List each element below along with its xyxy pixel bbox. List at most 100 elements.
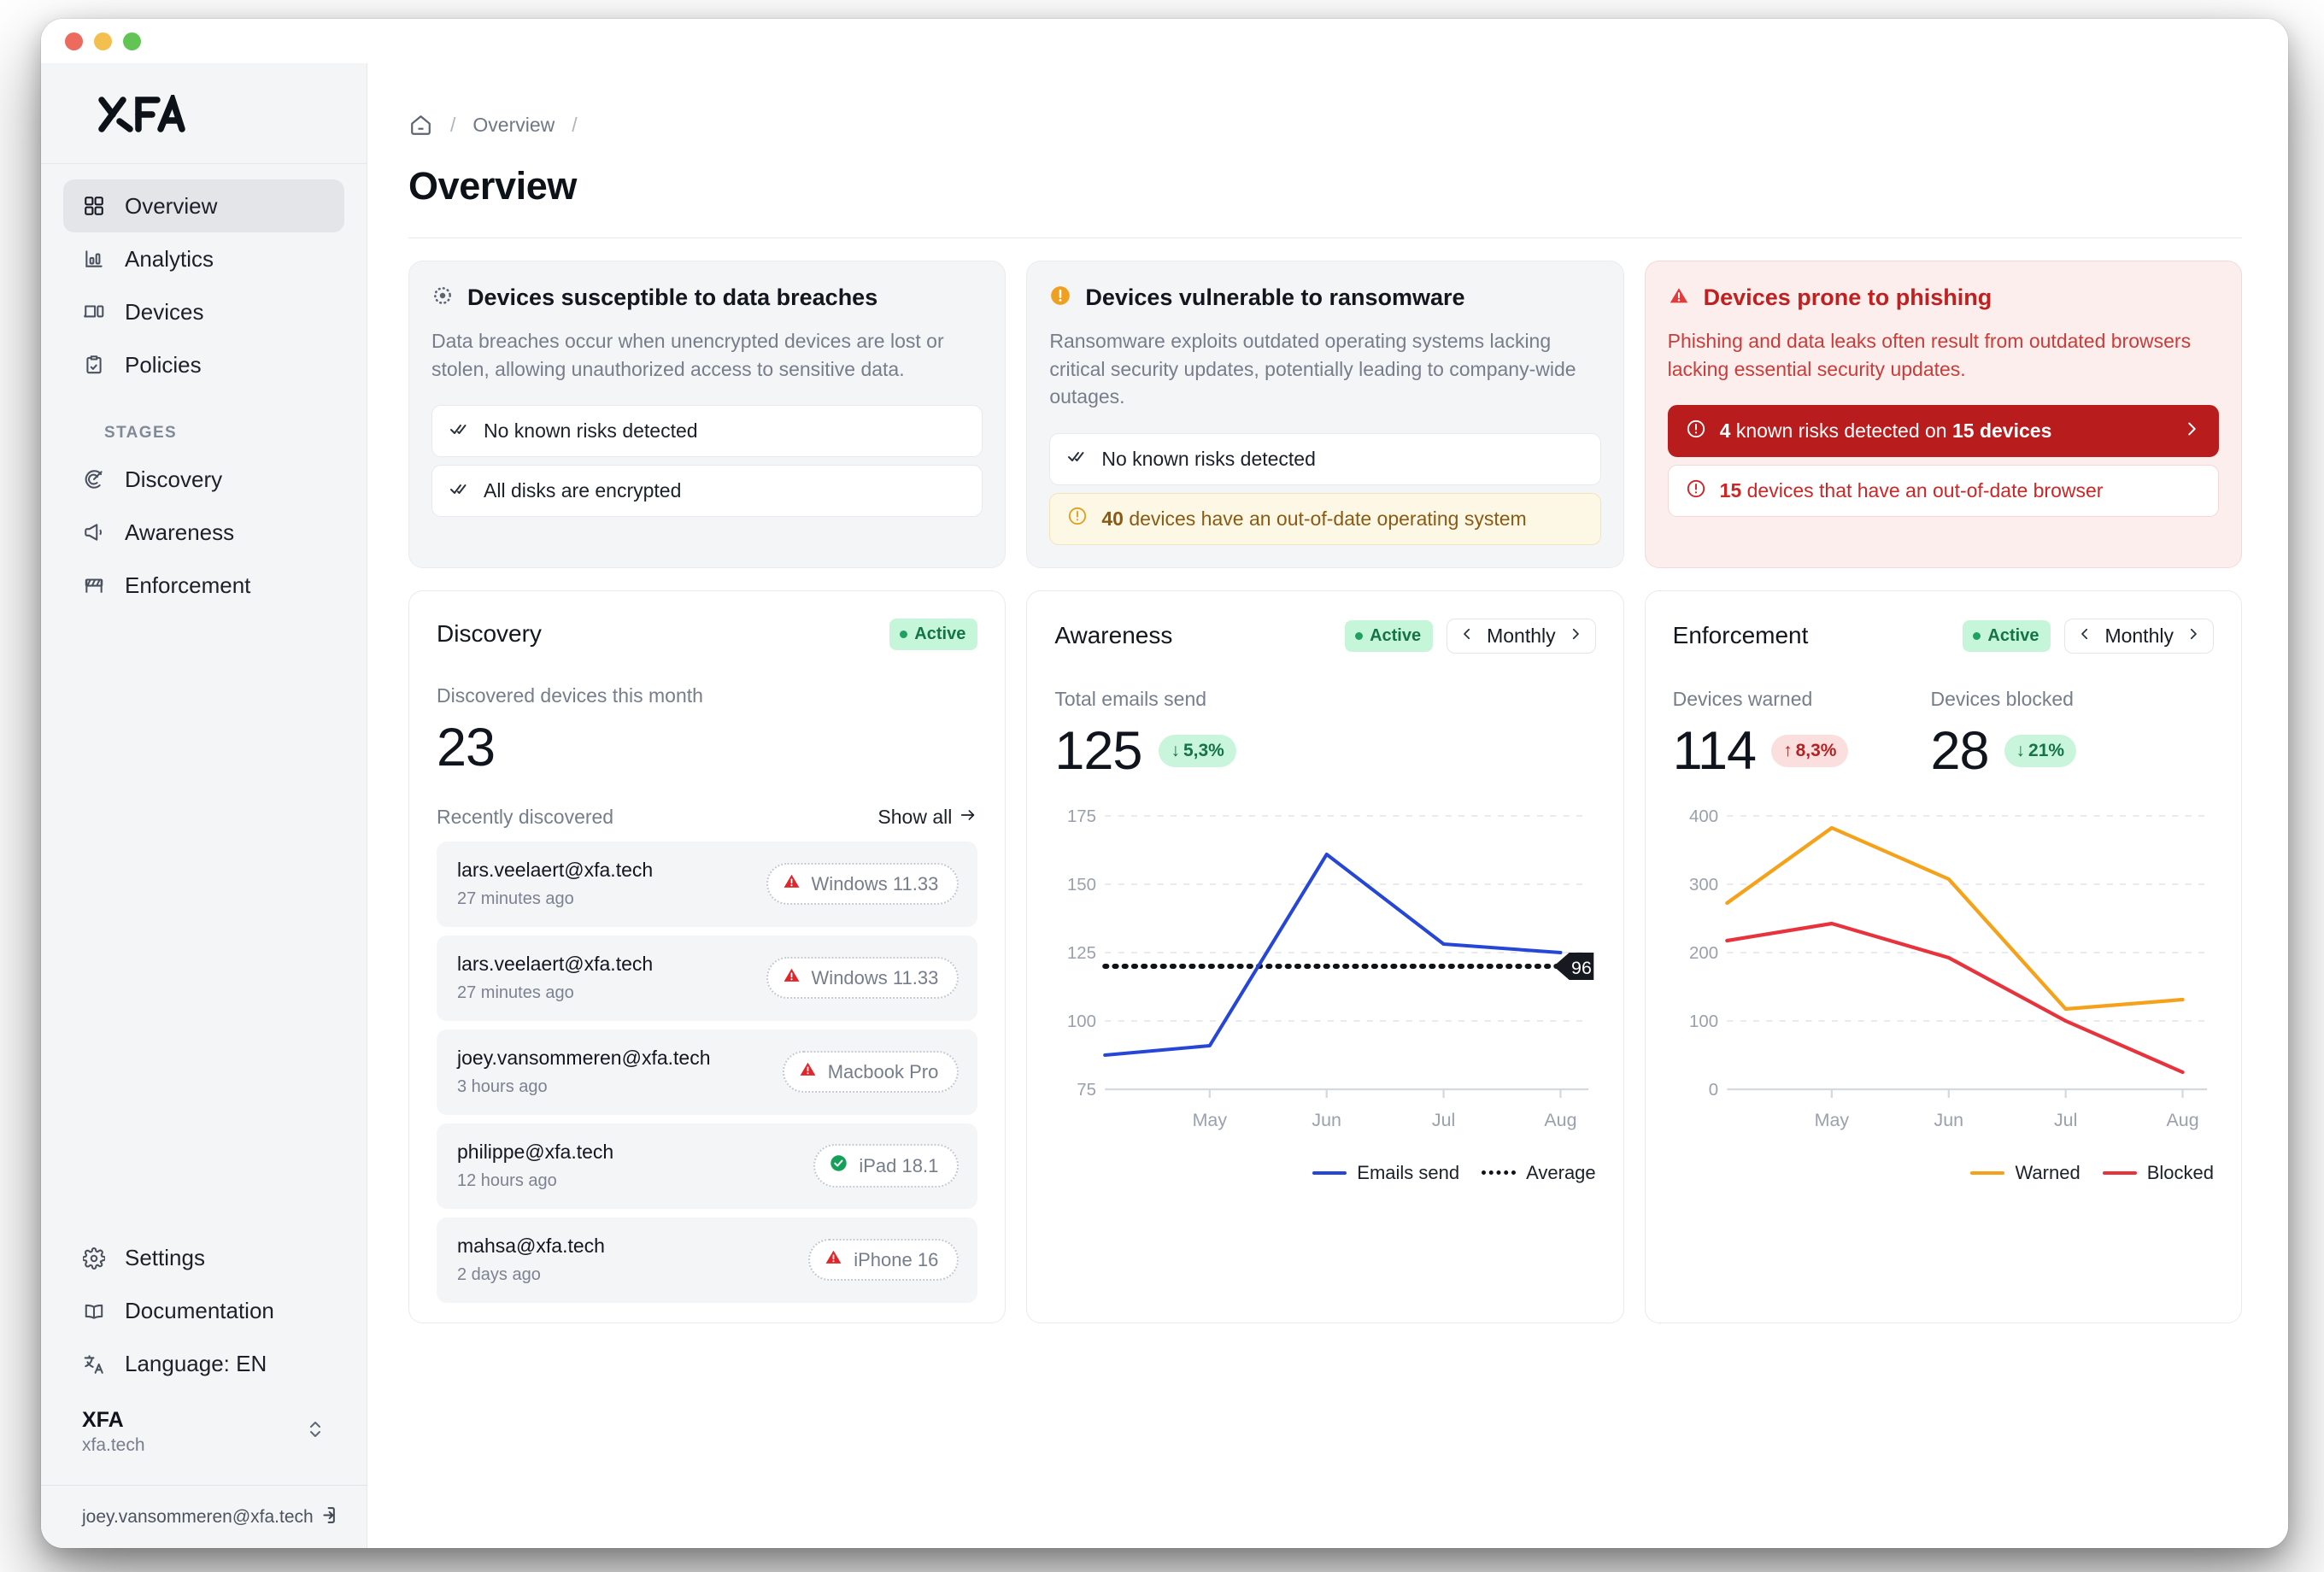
chevron-left-icon[interactable] — [2077, 625, 2092, 647]
status-badge-label: Active — [1987, 625, 2039, 645]
legend-label: Warned — [2015, 1161, 2080, 1183]
app-window: Overview Analytics Devices Policies STAG… — [41, 19, 2288, 1548]
sidebar-item-devices[interactable]: Devices — [63, 285, 344, 338]
risk-status-row[interactable]: No known risks detected — [1049, 432, 1601, 485]
logout-icon[interactable] — [316, 1505, 337, 1530]
risk-card-title: Devices vulnerable to ransomware — [1085, 284, 1465, 310]
enforcement-blocked-label: Devices blocked — [1930, 687, 2074, 710]
device-tag-label: Windows 11.33 — [811, 966, 939, 988]
sidebar-item-enforcement[interactable]: Enforcement — [63, 559, 344, 612]
sidebar-item-label: Discovery — [125, 466, 223, 492]
status-badge: Active — [889, 618, 978, 650]
minimize-button[interactable] — [94, 32, 112, 50]
list-item[interactable]: mahsa@xfa.tech 2 days ago iPhone 16 — [437, 1217, 978, 1303]
device-tag-label: iPhone 16 — [854, 1248, 939, 1270]
xfa-logo-icon — [98, 94, 185, 132]
list-item[interactable]: lars.veelaert@xfa.tech 27 minutes ago Wi… — [437, 935, 978, 1021]
list-item[interactable]: philippe@xfa.tech 12 hours ago iPad 18.1 — [437, 1123, 978, 1209]
risk-warning-text: devices have an out-of-date operating sy… — [1129, 507, 1527, 530]
arrow-up-icon: ↑ — [1783, 741, 1793, 761]
delta-value: 8,3% — [1795, 741, 1837, 761]
legend-swatch — [1312, 1170, 1347, 1175]
check-circle-icon — [829, 1153, 848, 1178]
risk-card-description: Ransomware exploits outdated operating s… — [1049, 330, 1576, 408]
risk-status-row[interactable]: No known risks detected — [431, 405, 983, 458]
brand-logo[interactable] — [41, 63, 367, 164]
device-tag: Macbook Pro — [782, 1051, 960, 1094]
sidebar-item-language[interactable]: Language: EN — [63, 1338, 344, 1391]
svg-text:100: 100 — [1067, 1012, 1096, 1031]
risk-status-row[interactable]: All disks are encrypted — [431, 465, 983, 518]
enforcement-chart: 400 300 200 100 0 May Jun Jul Aug Warned… — [1673, 797, 2214, 1297]
window-titlebar — [41, 19, 2288, 63]
sidebar-item-label: Overview — [125, 192, 218, 219]
org-domain: xfa.tech — [82, 1434, 145, 1455]
sidebar-item-policies[interactable]: Policies — [63, 338, 344, 391]
sidebar-item-overview[interactable]: Overview — [63, 179, 344, 232]
risk-secondary-row[interactable]: 15 devices that have an out-of-date brow… — [1667, 465, 2219, 518]
bar-chart-icon — [82, 247, 106, 271]
svg-text:Jun: Jun — [1312, 1111, 1342, 1130]
risk-secondary-count: 15 — [1719, 479, 1742, 502]
org-switcher[interactable]: XFA xfa.tech — [63, 1391, 344, 1480]
chevron-right-icon[interactable] — [1568, 625, 1583, 647]
chevron-right-icon — [2182, 419, 2201, 443]
device-time: 2 days ago — [457, 1265, 541, 1285]
svg-text:Jul: Jul — [1432, 1111, 1455, 1130]
device-email: mahsa@xfa.tech — [457, 1235, 605, 1258]
radar-icon — [82, 467, 106, 491]
sidebar-item-label: Analytics — [125, 245, 214, 272]
chevron-right-icon[interactable] — [2186, 625, 2201, 647]
chevron-left-icon[interactable] — [1459, 625, 1475, 647]
status-dot-icon — [1973, 631, 1981, 640]
sidebar-item-label: Enforcement — [125, 572, 251, 598]
period-selector[interactable]: Monthly — [2064, 618, 2214, 654]
awareness-delta-badge: ↓ 5,3% — [1159, 735, 1236, 768]
enforcement-legend: Warned Blocked — [1673, 1162, 2214, 1184]
page-title: Overview — [408, 164, 577, 208]
awareness-metric-label: Total emails send — [1054, 687, 1207, 710]
device-time: 3 hours ago — [457, 1077, 548, 1097]
alert-circle-filled-icon — [1049, 284, 1071, 311]
svg-text:175: 175 — [1067, 807, 1096, 826]
warning-triangle-icon — [782, 872, 801, 895]
sidebar: Overview Analytics Devices Policies STAG… — [41, 63, 367, 1548]
legend-item-average: Average — [1482, 1162, 1596, 1184]
risk-status-text: No known risks detected — [1101, 447, 1316, 470]
risk-card-description: Data breaches occur when unencrypted dev… — [431, 330, 944, 380]
svg-text:400: 400 — [1689, 807, 1718, 826]
device-email: philippe@xfa.tech — [457, 1141, 614, 1164]
legend-swatch — [1482, 1170, 1517, 1176]
zoom-button[interactable] — [123, 32, 141, 50]
risk-critical-row[interactable]: 4 known risks detected on 15 devices — [1667, 405, 2219, 458]
sidebar-item-documentation[interactable]: Documentation — [63, 1285, 344, 1338]
status-badge: Active — [1345, 619, 1434, 652]
legend-label: Average — [1526, 1161, 1596, 1183]
home-icon[interactable] — [408, 113, 433, 138]
status-badge: Active — [1963, 619, 2051, 652]
sidebar-item-awareness[interactable]: Awareness — [63, 506, 344, 559]
show-all-link[interactable]: Show all — [877, 806, 977, 830]
warning-triangle-icon — [1668, 285, 1690, 310]
breadcrumb-item-overview[interactable]: Overview — [472, 114, 555, 137]
close-button[interactable] — [65, 32, 83, 50]
chevron-up-down-icon — [305, 1419, 326, 1444]
list-item[interactable]: lars.veelaert@xfa.tech 27 minutes ago Wi… — [437, 841, 978, 927]
svg-text:300: 300 — [1689, 876, 1718, 895]
sidebar-item-analytics[interactable]: Analytics — [63, 232, 344, 285]
period-selector[interactable]: Monthly — [1447, 618, 1596, 654]
list-item[interactable]: joey.vansommeren@xfa.tech 3 hours ago Ma… — [437, 1029, 978, 1115]
device-tag-label: Windows 11.33 — [811, 872, 939, 895]
sidebar-item-settings[interactable]: Settings — [63, 1232, 344, 1285]
discovery-metric-label: Discovered devices this month — [437, 683, 703, 707]
sidebar-item-discovery[interactable]: Discovery — [63, 453, 344, 506]
risk-card-phishing: Devices prone to phishing Phishing and d… — [1644, 261, 2242, 568]
risk-warning-row[interactable]: 40 devices have an out-of-date operating… — [1049, 492, 1601, 545]
primary-nav: Overview Analytics Devices Policies STAG… — [41, 164, 367, 612]
sidebar-item-label: Devices — [125, 298, 204, 325]
sidebar-item-label: Awareness — [125, 519, 235, 545]
svg-text:May: May — [1814, 1111, 1849, 1130]
breadcrumb: / Overview / — [408, 108, 2242, 142]
arrow-right-icon — [959, 806, 977, 830]
megaphone-icon — [82, 520, 106, 544]
